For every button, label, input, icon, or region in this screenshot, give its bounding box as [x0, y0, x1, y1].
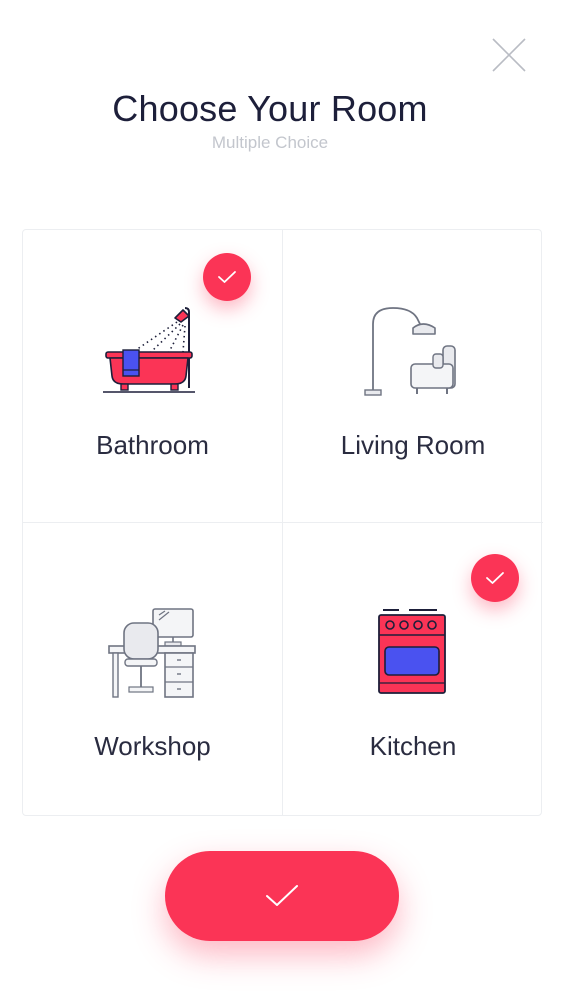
room-grid: Bathroom Living Room Workshop Kitchen — [22, 229, 543, 816]
floor-lamp-armchair-icon — [364, 307, 456, 396]
selected-check-badge — [203, 253, 251, 301]
confirm-button[interactable] — [165, 851, 399, 941]
page-subtitle: Multiple Choice — [211, 133, 329, 152]
stove-oven-icon — [378, 609, 446, 694]
room-tile-living-room[interactable]: Living Room — [283, 230, 543, 523]
checkmark-icon — [266, 885, 298, 906]
room-label-workshop: Workshop — [94, 731, 211, 761]
page-title: Choose Your Room — [112, 88, 428, 129]
checkmark-icon — [486, 572, 504, 584]
desk-computer-icon — [107, 608, 196, 698]
room-label-bathroom: Bathroom — [96, 430, 209, 460]
checkmark-icon — [218, 271, 236, 283]
room-tile-kitchen[interactable]: Kitchen — [283, 523, 543, 816]
close-button[interactable] — [488, 34, 530, 76]
room-tile-workshop[interactable]: Workshop — [23, 523, 283, 816]
close-icon — [492, 38, 526, 72]
room-label-living-room: Living Room — [340, 430, 486, 460]
room-tile-bathroom[interactable]: Bathroom — [23, 230, 283, 523]
selected-check-badge — [471, 554, 519, 602]
room-label-kitchen: Kitchen — [369, 731, 457, 761]
bathtub-icon — [102, 307, 195, 393]
